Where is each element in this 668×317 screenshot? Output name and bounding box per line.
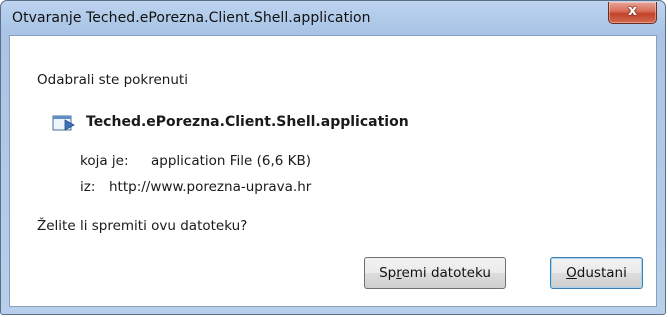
title-bar[interactable]: Otvaranje Teched.ePorezna.Client.Shell.a… (1, 1, 665, 35)
type-value: application File (6,6 KB) (151, 153, 312, 169)
type-label: koja je: (80, 153, 129, 169)
from-label: iz: (80, 179, 96, 195)
save-label-pre: Sp (379, 265, 397, 281)
window-title: Otvaranje Teched.ePorezna.Client.Shell.a… (12, 10, 371, 26)
close-icon: x (627, 3, 638, 19)
cancel-label-post: dustani (576, 265, 627, 281)
application-file-icon (52, 115, 75, 131)
save-question: Želite li spremiti ovu datoteku? (37, 218, 248, 234)
save-label-post: emi datoteku (401, 265, 491, 281)
file-name: Teched.ePorezna.Client.Shell.application (86, 114, 409, 130)
download-dialog-window: Otvaranje Teched.ePorezna.Client.Shell.a… (0, 0, 666, 315)
cancel-label-accel: O (566, 265, 577, 281)
close-button[interactable]: x (608, 2, 657, 24)
dialog-body: Odabrali ste pokrenuti Teched.ePorezna.C… (9, 35, 657, 307)
intro-text: Odabrali ste pokrenuti (37, 72, 188, 88)
cancel-button[interactable]: Odustani (550, 257, 643, 289)
from-value: http://www.porezna-uprava.hr (109, 179, 312, 195)
save-file-button[interactable]: Spremi datoteku (364, 257, 506, 289)
